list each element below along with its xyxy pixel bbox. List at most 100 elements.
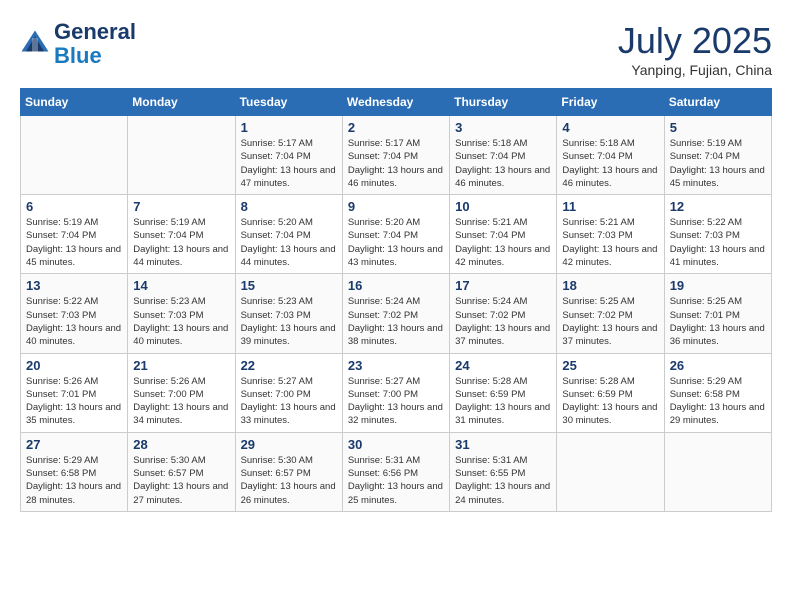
day-number: 4	[562, 120, 658, 135]
day-number: 27	[26, 437, 122, 452]
day-number: 26	[670, 358, 766, 373]
day-number: 23	[348, 358, 444, 373]
calendar-cell: 23 Sunrise: 5:27 AMSunset: 7:00 PMDayligh…	[342, 353, 449, 432]
day-number: 17	[455, 278, 551, 293]
day-info: Sunrise: 5:20 AMSunset: 7:04 PMDaylight:…	[348, 216, 444, 269]
day-info: Sunrise: 5:25 AMSunset: 7:02 PMDaylight:…	[562, 295, 658, 348]
day-info: Sunrise: 5:29 AMSunset: 6:58 PMDaylight:…	[26, 454, 122, 507]
day-info: Sunrise: 5:27 AMSunset: 7:00 PMDaylight:…	[241, 375, 337, 428]
day-info: Sunrise: 5:21 AMSunset: 7:04 PMDaylight:…	[455, 216, 551, 269]
calendar-cell: 1 Sunrise: 5:17 AMSunset: 7:04 PMDaylight…	[235, 116, 342, 195]
calendar-header-row: SundayMondayTuesdayWednesdayThursdayFrid…	[21, 89, 772, 116]
day-number: 21	[133, 358, 229, 373]
day-number: 19	[670, 278, 766, 293]
day-number: 30	[348, 437, 444, 452]
day-info: Sunrise: 5:21 AMSunset: 7:03 PMDaylight:…	[562, 216, 658, 269]
calendar-cell: 21 Sunrise: 5:26 AMSunset: 7:00 PMDayligh…	[128, 353, 235, 432]
day-info: Sunrise: 5:22 AMSunset: 7:03 PMDaylight:…	[26, 295, 122, 348]
day-info: Sunrise: 5:24 AMSunset: 7:02 PMDaylight:…	[348, 295, 444, 348]
calendar-cell: 24 Sunrise: 5:28 AMSunset: 6:59 PMDayligh…	[450, 353, 557, 432]
calendar-cell	[128, 116, 235, 195]
day-info: Sunrise: 5:19 AMSunset: 7:04 PMDaylight:…	[670, 137, 766, 190]
header-monday: Monday	[128, 89, 235, 116]
day-number: 12	[670, 199, 766, 214]
logo-text: GeneralBlue	[54, 20, 136, 68]
calendar-cell: 14Sunrise: 5:23 AMSunset: 7:03 PMDayligh…	[128, 274, 235, 353]
day-number: 29	[241, 437, 337, 452]
day-info: Sunrise: 5:28 AMSunset: 6:59 PMDaylight:…	[455, 375, 551, 428]
calendar-cell: 4 Sunrise: 5:18 AMSunset: 7:04 PMDaylight…	[557, 116, 664, 195]
day-info: Sunrise: 5:30 AMSunset: 6:57 PMDaylight:…	[241, 454, 337, 507]
day-number: 13	[26, 278, 122, 293]
header-sunday: Sunday	[21, 89, 128, 116]
week-row-3: 13 Sunrise: 5:22 AMSunset: 7:03 PMDayligh…	[21, 274, 772, 353]
calendar-cell: 28 Sunrise: 5:30 AMSunset: 6:57 PMDayligh…	[128, 432, 235, 511]
day-number: 28	[133, 437, 229, 452]
page-header: GeneralBlue July 2025 Yanping, Fujian, C…	[20, 20, 772, 78]
calendar-cell: 3Sunrise: 5:18 AMSunset: 7:04 PMDaylight…	[450, 116, 557, 195]
logo: GeneralBlue	[20, 20, 136, 68]
day-number: 20	[26, 358, 122, 373]
day-number: 22	[241, 358, 337, 373]
calendar-cell: 17 Sunrise: 5:24 AMSunset: 7:02 PMDayligh…	[450, 274, 557, 353]
day-info: Sunrise: 5:27 AMSunset: 7:00 PMDaylight:…	[348, 375, 444, 428]
day-info: Sunrise: 5:19 AMSunset: 7:04 PMDaylight:…	[26, 216, 122, 269]
month-title: July 2025	[618, 20, 772, 62]
calendar-cell: 29 Sunrise: 5:30 AMSunset: 6:57 PMDayligh…	[235, 432, 342, 511]
calendar-cell: 26 Sunrise: 5:29 AMSunset: 6:58 PMDayligh…	[664, 353, 771, 432]
day-number: 5	[670, 120, 766, 135]
day-info: Sunrise: 5:23 AMSunset: 7:03 PMDaylight:…	[133, 295, 229, 348]
calendar-cell	[664, 432, 771, 511]
header-thursday: Thursday	[450, 89, 557, 116]
day-info: Sunrise: 5:23 AMSunset: 7:03 PMDaylight:…	[241, 295, 337, 348]
day-info: Sunrise: 5:26 AMSunset: 7:00 PMDaylight:…	[133, 375, 229, 428]
day-info: Sunrise: 5:30 AMSunset: 6:57 PMDaylight:…	[133, 454, 229, 507]
calendar-table: SundayMondayTuesdayWednesdayThursdayFrid…	[20, 88, 772, 512]
calendar-cell: 19 Sunrise: 5:25 AMSunset: 7:01 PMDayligh…	[664, 274, 771, 353]
header-wednesday: Wednesday	[342, 89, 449, 116]
week-row-1: 1 Sunrise: 5:17 AMSunset: 7:04 PMDaylight…	[21, 116, 772, 195]
day-info: Sunrise: 5:24 AMSunset: 7:02 PMDaylight:…	[455, 295, 551, 348]
day-info: Sunrise: 5:18 AMSunset: 7:04 PMDaylight:…	[455, 137, 551, 190]
calendar-cell: 12 Sunrise: 5:22 AMSunset: 7:03 PMDayligh…	[664, 195, 771, 274]
calendar-cell: 10 Sunrise: 5:21 AMSunset: 7:04 PMDayligh…	[450, 195, 557, 274]
calendar-cell: 30 Sunrise: 5:31 AMSunset: 6:56 PMDayligh…	[342, 432, 449, 511]
calendar-cell: 2Sunrise: 5:17 AMSunset: 7:04 PMDaylight…	[342, 116, 449, 195]
title-block: July 2025 Yanping, Fujian, China	[618, 20, 772, 78]
day-number: 18	[562, 278, 658, 293]
calendar-cell: 7 Sunrise: 5:19 AMSunset: 7:04 PMDaylight…	[128, 195, 235, 274]
calendar-cell	[557, 432, 664, 511]
week-row-2: 6Sunrise: 5:19 AMSunset: 7:04 PMDaylight…	[21, 195, 772, 274]
header-friday: Friday	[557, 89, 664, 116]
calendar-cell: 22 Sunrise: 5:27 AMSunset: 7:00 PMDayligh…	[235, 353, 342, 432]
calendar-cell: 9 Sunrise: 5:20 AMSunset: 7:04 PMDaylight…	[342, 195, 449, 274]
calendar-cell: 16Sunrise: 5:24 AMSunset: 7:02 PMDayligh…	[342, 274, 449, 353]
day-info: Sunrise: 5:31 AMSunset: 6:55 PMDaylight:…	[455, 454, 551, 507]
day-info: Sunrise: 5:29 AMSunset: 6:58 PMDaylight:…	[670, 375, 766, 428]
day-number: 9	[348, 199, 444, 214]
day-info: Sunrise: 5:28 AMSunset: 6:59 PMDaylight:…	[562, 375, 658, 428]
day-number: 25	[562, 358, 658, 373]
calendar-cell: 20Sunrise: 5:26 AMSunset: 7:01 PMDayligh…	[21, 353, 128, 432]
day-info: Sunrise: 5:17 AMSunset: 7:04 PMDaylight:…	[348, 137, 444, 190]
day-info: Sunrise: 5:31 AMSunset: 6:56 PMDaylight:…	[348, 454, 444, 507]
day-info: Sunrise: 5:18 AMSunset: 7:04 PMDaylight:…	[562, 137, 658, 190]
day-number: 24	[455, 358, 551, 373]
day-number: 11	[562, 199, 658, 214]
day-info: Sunrise: 5:25 AMSunset: 7:01 PMDaylight:…	[670, 295, 766, 348]
calendar-cell: 6Sunrise: 5:19 AMSunset: 7:04 PMDaylight…	[21, 195, 128, 274]
calendar-cell: 31Sunrise: 5:31 AMSunset: 6:55 PMDayligh…	[450, 432, 557, 511]
week-row-4: 20Sunrise: 5:26 AMSunset: 7:01 PMDayligh…	[21, 353, 772, 432]
location: Yanping, Fujian, China	[618, 62, 772, 78]
calendar-cell	[21, 116, 128, 195]
week-row-5: 27 Sunrise: 5:29 AMSunset: 6:58 PMDayligh…	[21, 432, 772, 511]
day-number: 7	[133, 199, 229, 214]
day-number: 10	[455, 199, 551, 214]
day-info: Sunrise: 5:20 AMSunset: 7:04 PMDaylight:…	[241, 216, 337, 269]
calendar-cell: 11 Sunrise: 5:21 AMSunset: 7:03 PMDayligh…	[557, 195, 664, 274]
day-info: Sunrise: 5:19 AMSunset: 7:04 PMDaylight:…	[133, 216, 229, 269]
day-number: 1	[241, 120, 337, 135]
day-info: Sunrise: 5:17 AMSunset: 7:04 PMDaylight:…	[241, 137, 337, 190]
logo-icon	[20, 29, 50, 59]
day-info: Sunrise: 5:22 AMSunset: 7:03 PMDaylight:…	[670, 216, 766, 269]
